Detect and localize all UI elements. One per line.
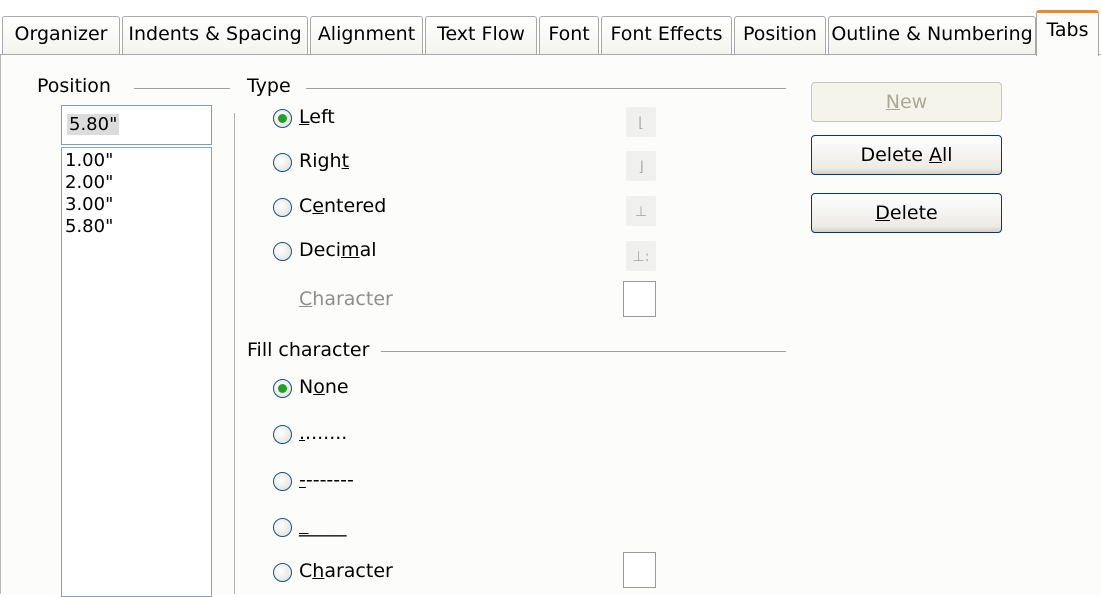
tab-outline-numbering[interactable]: Outline & Numbering [828,16,1036,54]
position-input-value: 5.80" [67,114,120,135]
delete-all-button[interactable]: Delete All [811,135,1002,175]
type-right-label[interactable]: Right [299,150,349,172]
tab-indents-spacing[interactable]: Indents & Spacing [122,16,308,54]
fill-dots-label[interactable]: ........ [299,422,347,444]
list-item[interactable]: 5.80" [62,216,211,238]
type-left-radio[interactable] [273,109,292,128]
tab-label: Alignment [317,23,416,45]
tab-text-flow[interactable]: Text Flow [425,16,537,54]
fill-character-radio[interactable] [273,563,292,582]
delete-button[interactable]: Delete [811,193,1002,233]
group-divider [234,113,235,594]
type-centered-radio[interactable] [273,198,292,217]
tab-font[interactable]: Font [539,16,599,54]
left-tab-icon: ⌊ [626,107,656,137]
tab-label: Indents & Spacing [128,23,302,45]
list-item[interactable]: 1.00" [62,150,211,172]
position-legend: Position [37,75,111,97]
tab-tabs[interactable]: Tabs [1036,10,1099,56]
position-legend-line [134,88,230,89]
tab-label: Position [743,23,817,45]
decimal-tab-icon: ⊥: [626,241,656,271]
fill-underscore-label[interactable]: _____ [299,515,347,537]
fill-legend: Fill character [247,339,370,361]
list-item[interactable]: 3.00" [62,194,211,216]
position-list[interactable]: 1.00" 2.00" 3.00" 5.80" [61,147,212,597]
fill-underscore-radio[interactable] [273,518,292,537]
type-character-label: Character [299,288,393,310]
type-left-label[interactable]: Left [299,106,335,128]
type-centered-label[interactable]: Centered [299,195,386,217]
fill-dashes-label[interactable]: -------- [299,469,354,491]
fill-none-label[interactable]: None [299,376,349,398]
tab-position[interactable]: Position [734,16,826,54]
fill-character-label[interactable]: Character [299,560,393,582]
center-tab-icon: ⊥ [626,196,656,226]
fill-character-input[interactable] [623,552,656,588]
type-legend: Type [247,75,291,97]
tab-label: Outline & Numbering [831,23,1033,45]
right-tab-icon: ⌋ [626,151,656,181]
tab-font-effects[interactable]: Font Effects [601,16,732,54]
new-button[interactable]: New [811,82,1002,122]
type-decimal-radio[interactable] [273,242,292,261]
type-legend-line [306,88,786,89]
type-character-input[interactable] [623,281,656,317]
tab-organizer[interactable]: Organizer [2,16,120,54]
tab-label: Tabs [1046,19,1089,41]
type-decimal-label[interactable]: Decimal [299,239,376,261]
fill-dashes-radio[interactable] [273,472,292,491]
tabs-panel: Position 5.80" 1.00" 2.00" 3.00" 5.80" T… [0,55,1101,597]
tab-label: Organizer [14,23,108,45]
tab-alignment[interactable]: Alignment [310,16,423,54]
type-right-radio[interactable] [273,153,292,172]
fill-dots-radio[interactable] [273,425,292,444]
list-item[interactable]: 2.00" [62,172,211,194]
fill-legend-line [381,351,786,352]
fill-none-radio[interactable] [273,379,292,398]
tab-label: Text Flow [437,23,525,45]
tab-label: Font Effects [610,23,723,45]
position-input[interactable]: 5.80" [61,105,212,145]
tab-label: Font [548,23,590,45]
